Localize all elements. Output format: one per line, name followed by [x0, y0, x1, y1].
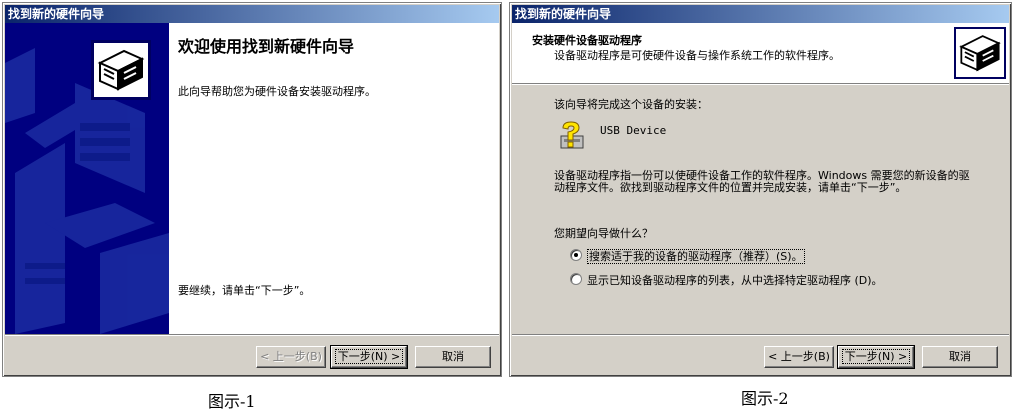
radio-search-driver[interactable] — [570, 249, 582, 261]
wizard-window-welcome: 找到新的硬件向导 欢迎使用找到新硬件向导 此向导帮助您为硬件设备安装驱动程序。 … — [2, 2, 502, 377]
driver-description: 设备驱动程序指一份可以使硬件设备工作的软件程序。Windows 需要您的新设备的… — [554, 169, 970, 194]
cancel-button[interactable]: 取消 — [415, 346, 491, 368]
question-text: 您期望向导做什么？ — [554, 227, 653, 240]
next-button[interactable]: 下一步(N) > — [330, 345, 408, 369]
figure-caption-1: 图示-1 — [208, 392, 256, 411]
wizard-description: 此向导帮助您为硬件设备安装驱动程序。 — [178, 85, 376, 98]
next-button-label: 下一步(N) > — [334, 349, 404, 364]
header-subtitle: 设备驱动程序是可使硬件设备与操作系统工作的软件程序。 — [554, 49, 840, 62]
button-separator — [5, 334, 499, 336]
hardware-wizard-icon — [954, 27, 1006, 79]
header-separator — [512, 83, 1009, 85]
header-title: 安装硬件设备驱动程序 — [532, 34, 642, 47]
wizard-window-install: 找到新的硬件向导 安装硬件设备驱动程序 设备驱动程序是可使硬件设备与操作系统工作… — [509, 2, 1012, 377]
button-separator — [512, 334, 1009, 336]
cancel-button[interactable]: 取消 — [922, 346, 998, 368]
radio-selected-dot — [574, 253, 578, 257]
wizard-header: 安装硬件设备驱动程序 设备驱动程序是可使硬件设备与操作系统工作的软件程序。 — [512, 23, 1009, 83]
hardware-wizard-icon — [91, 40, 151, 100]
back-button[interactable]: < 上一步(B) — [256, 346, 326, 368]
window-title-bar[interactable]: 找到新的硬件向导 — [512, 5, 1009, 23]
wizard-heading: 欢迎使用找到新硬件向导 — [178, 37, 355, 56]
back-button[interactable]: < 上一步(B) — [764, 346, 834, 368]
window-title-bar[interactable]: 找到新的硬件向导 — [5, 5, 499, 23]
intro-text: 该向导将完成这个设备的安装： — [554, 98, 708, 111]
option-search-label[interactable]: 搜索适于我的设备的驱动程序（推荐）(S)。 — [587, 248, 805, 264]
option-list-label[interactable]: 显示已知设备驱动程序的列表，从中选择特定驱动程序 (D)。 — [587, 272, 883, 288]
option-search-text: 搜索适于我的设备的驱动程序（推荐）(S)。 — [587, 249, 805, 264]
continue-instruction: 要继续，请单击“下一步”。 — [178, 284, 311, 297]
radio-show-list[interactable] — [570, 273, 582, 285]
question-device-icon — [555, 120, 587, 152]
next-button[interactable]: 下一步(N) > — [837, 345, 915, 369]
next-button-label: 下一步(N) > — [841, 349, 911, 364]
figure-caption-2: 图示-2 — [741, 389, 789, 408]
device-name: USB Device — [600, 124, 667, 137]
